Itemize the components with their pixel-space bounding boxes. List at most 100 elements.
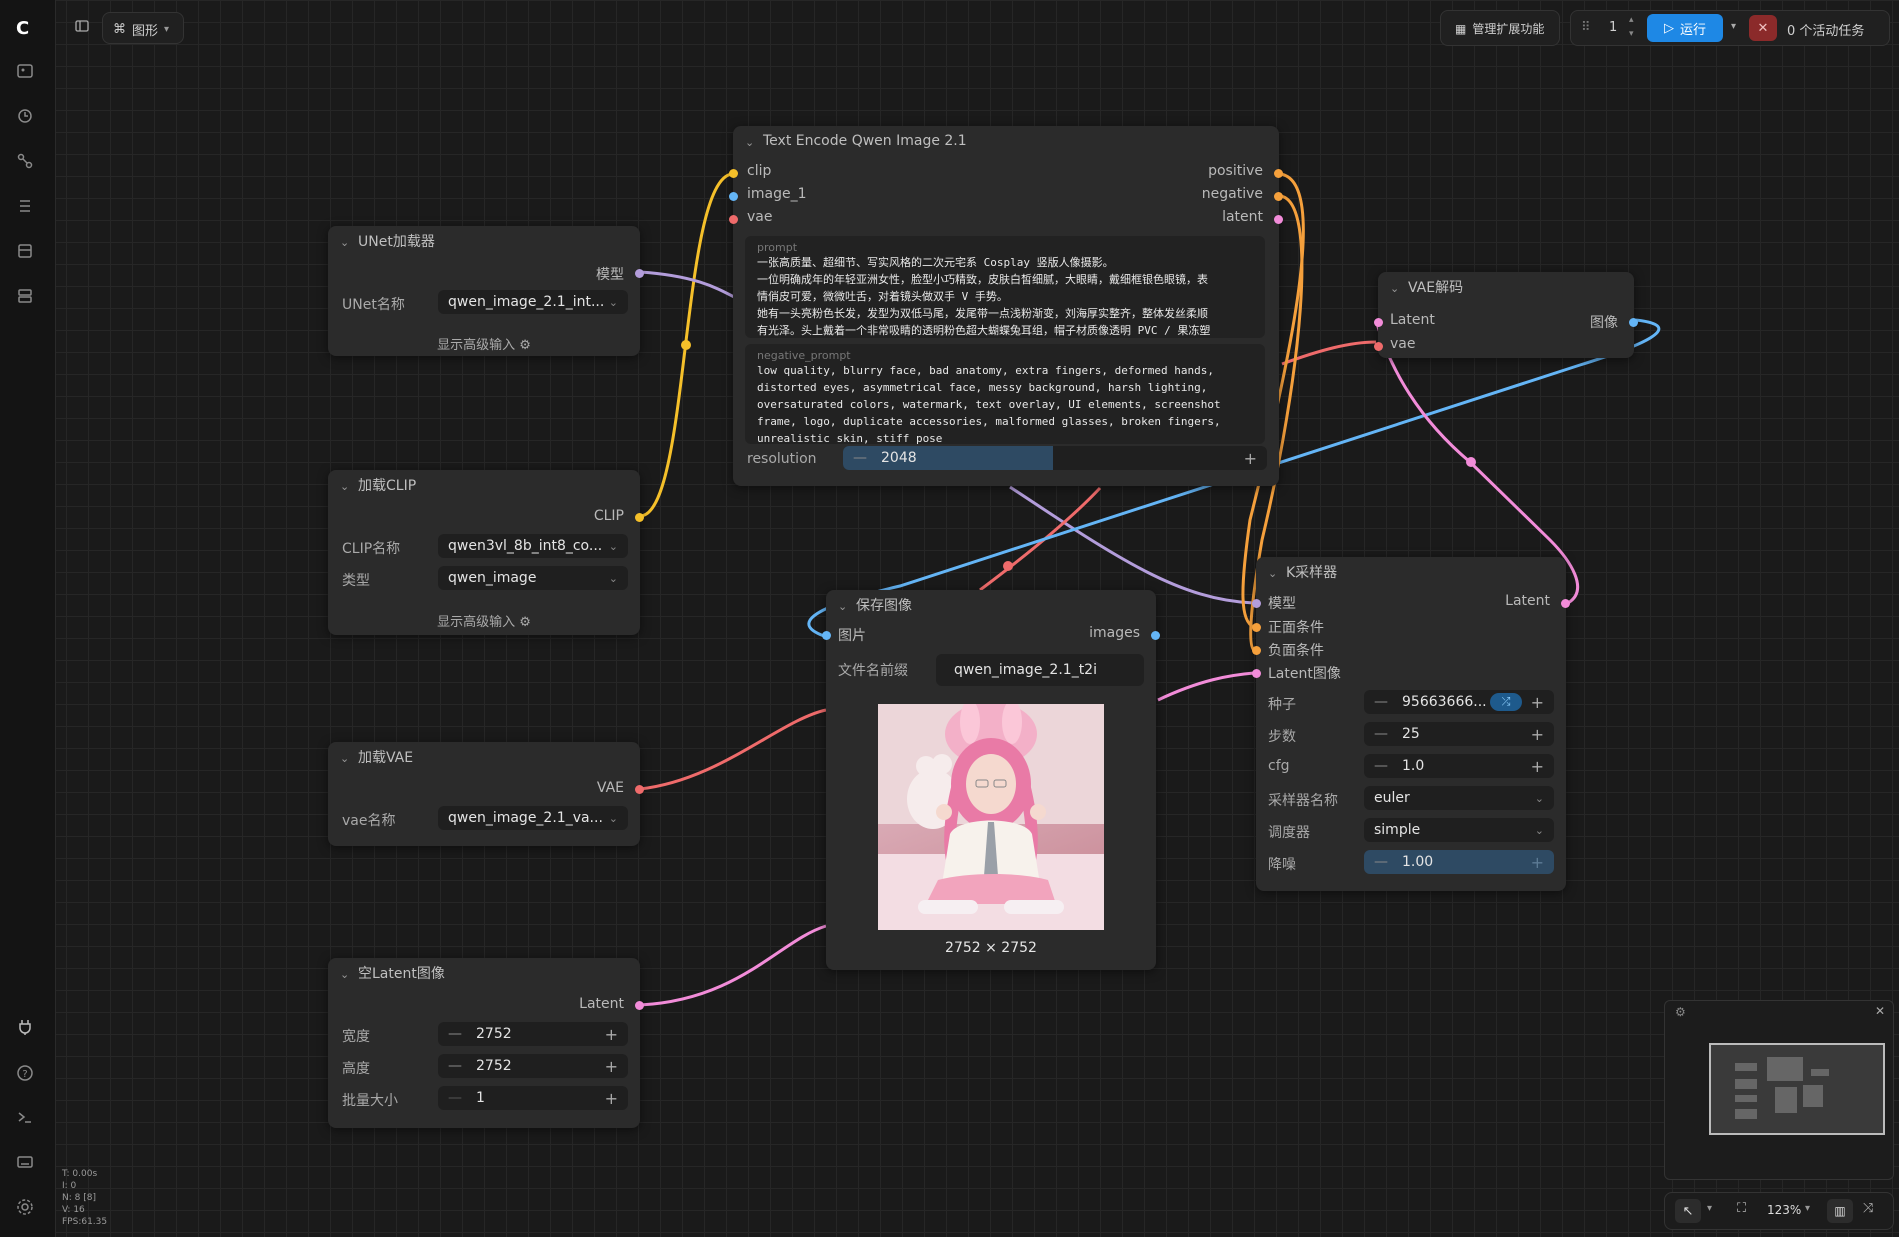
- ksampler-node[interactable]: ⌄ K采样器 模型 正面条件 负面条件 Latent图像 Latent 种子 — 9…: [1252, 557, 1570, 891]
- collapse-chevron-icon[interactable]: ⌄: [340, 480, 350, 493]
- fit-view-icon[interactable]: ⛶: [1737, 1201, 1746, 1216]
- output-slot-negative[interactable]: [1274, 192, 1283, 201]
- input-slot-latent[interactable]: [1374, 318, 1383, 327]
- scheduler-select[interactable]: simple ⌄: [1364, 818, 1554, 842]
- plugin-icon[interactable]: [16, 1018, 40, 1042]
- input-slot-vae[interactable]: [729, 215, 738, 224]
- show-advanced-inputs-button[interactable]: 显示高级输入 ⚙: [328, 611, 640, 630]
- increment-icon[interactable]: +: [1244, 449, 1257, 468]
- comfy-logo-icon[interactable]: C: [16, 18, 40, 42]
- input-slot-negative[interactable]: [1252, 646, 1261, 655]
- minimap-settings-icon[interactable]: ⚙: [1675, 1005, 1686, 1019]
- resolution-slider[interactable]: — 2048 +: [843, 446, 1267, 470]
- increment-icon[interactable]: +: [1531, 693, 1544, 712]
- minimap-panel[interactable]: ⚙ ✕: [1664, 1000, 1894, 1180]
- terminal-icon[interactable]: [16, 1108, 40, 1132]
- unet-name-select[interactable]: qwen_image_2.1_int... ⌄: [438, 290, 628, 314]
- zoom-level[interactable]: 123%: [1767, 1203, 1801, 1217]
- prompt-textarea[interactable]: prompt 一张高质量、超细节、写实风格的二次元宅系 Cosplay 竖版人像…: [745, 236, 1265, 338]
- output-slot-latent[interactable]: [1274, 215, 1283, 224]
- chevron-down-icon[interactable]: ▾: [1805, 1203, 1810, 1214]
- load-clip-node[interactable]: ⌄ 加载CLIP CLIP CLIP名称 qwen3vl_8b_int8_co..…: [328, 470, 644, 635]
- steps-input[interactable]: — 25 +: [1364, 722, 1554, 746]
- input-slot-clip[interactable]: [729, 169, 738, 178]
- save-image-node[interactable]: ⌄ 保存图像 图片 images 文件名前缀 qwen_image_2.1_t2i: [822, 590, 1160, 970]
- run-options-chevron-icon[interactable]: ▾: [1731, 21, 1736, 32]
- output-slot-latent[interactable]: [635, 1001, 644, 1010]
- chevron-down-icon[interactable]: ▾: [1707, 1203, 1712, 1214]
- run-count-stepper[interactable]: ▴ ▾: [1629, 13, 1634, 41]
- collapse-chevron-icon[interactable]: ⌄: [1268, 567, 1278, 580]
- models-icon[interactable]: [16, 197, 40, 221]
- negative-prompt-textarea[interactable]: negative_prompt low quality, blurry face…: [745, 344, 1265, 444]
- history-icon[interactable]: [16, 107, 40, 131]
- clip-type-select[interactable]: qwen_image ⌄: [438, 566, 628, 590]
- decrement-icon[interactable]: —: [1374, 854, 1388, 870]
- cfg-input[interactable]: — 1.0 +: [1364, 754, 1554, 778]
- minimap-toggle-icon[interactable]: ▥: [1827, 1199, 1853, 1223]
- collapse-chevron-icon[interactable]: ⌄: [1390, 282, 1400, 295]
- output-slot-vae[interactable]: [635, 785, 644, 794]
- decrement-icon[interactable]: —: [1374, 694, 1388, 710]
- height-input[interactable]: — 2752 +: [438, 1054, 628, 1078]
- minimap-viewport[interactable]: [1709, 1043, 1885, 1135]
- randomize-seed-icon[interactable]: ⤮: [1490, 693, 1522, 711]
- input-slot-model[interactable]: [1252, 599, 1261, 608]
- increment-icon[interactable]: +: [605, 1025, 618, 1044]
- panel-toggle-icon[interactable]: [74, 18, 90, 34]
- output-slot-model[interactable]: [635, 269, 644, 278]
- nodes-library-icon[interactable]: [16, 152, 40, 176]
- increment-icon[interactable]: +: [1531, 757, 1544, 776]
- input-slot-image[interactable]: [729, 192, 738, 201]
- text-encode-node[interactable]: ⌄ Text Encode Qwen Image 2.1 clip image_1…: [729, 126, 1283, 486]
- width-input[interactable]: — 2752 +: [438, 1022, 628, 1046]
- increment-icon[interactable]: +: [1531, 725, 1544, 744]
- decrement-icon[interactable]: —: [1374, 758, 1388, 774]
- collapse-chevron-icon[interactable]: ⌄: [838, 600, 848, 613]
- filename-prefix-input[interactable]: qwen_image_2.1_t2i: [936, 654, 1144, 686]
- keyboard-icon[interactable]: [16, 1153, 40, 1177]
- manage-extensions-button[interactable]: ▦ 管理扩展功能: [1440, 10, 1560, 46]
- close-icon[interactable]: ✕: [1875, 1004, 1885, 1018]
- input-slot-positive[interactable]: [1252, 623, 1261, 632]
- drag-handle-icon[interactable]: ⠿: [1581, 20, 1591, 35]
- generated-image-preview[interactable]: [878, 704, 1104, 930]
- increment-icon[interactable]: +: [1531, 853, 1544, 872]
- decrement-icon[interactable]: —: [1374, 726, 1388, 742]
- denoise-slider[interactable]: — 1.00 +: [1364, 850, 1554, 874]
- sampler-name-select[interactable]: euler ⌄: [1364, 786, 1554, 810]
- collapse-chevron-icon[interactable]: ⌄: [745, 136, 755, 149]
- output-slot-latent[interactable]: [1561, 599, 1570, 608]
- vae-decode-node[interactable]: ⌄ VAE解码 Latent vae 图像: [1374, 272, 1638, 358]
- clip-name-select[interactable]: qwen3vl_8b_int8_co... ⌄: [438, 534, 628, 558]
- graph-tab[interactable]: ⌘ 图形 ▾: [102, 12, 184, 44]
- run-button[interactable]: ▷ 运行: [1647, 14, 1723, 42]
- vae-name-select[interactable]: qwen_image_2.1_va... ⌄: [438, 806, 628, 830]
- help-icon[interactable]: ?: [16, 1064, 40, 1088]
- input-slot-latent-image[interactable]: [1252, 669, 1261, 678]
- run-count-input[interactable]: 1: [1609, 20, 1617, 35]
- images-icon[interactable]: [16, 62, 40, 86]
- collapse-chevron-icon[interactable]: ⌄: [340, 752, 350, 765]
- load-vae-node[interactable]: ⌄ 加载VAE VAE vae名称 qwen_image_2.1_va... ⌄: [328, 742, 644, 846]
- decrement-icon[interactable]: —: [853, 450, 867, 466]
- active-tasks-label[interactable]: 0 个活动任务: [1787, 20, 1864, 39]
- select-cursor-icon[interactable]: ↖: [1675, 1199, 1701, 1223]
- batch-size-input[interactable]: — 1 +: [438, 1086, 628, 1110]
- collapse-chevron-icon[interactable]: ⌄: [340, 236, 350, 249]
- cancel-run-button[interactable]: ✕: [1749, 15, 1777, 41]
- output-slot-images[interactable]: [1151, 631, 1160, 640]
- decrement-icon[interactable]: —: [448, 1058, 462, 1074]
- output-slot-clip[interactable]: [635, 513, 644, 522]
- seed-input[interactable]: — 95663666... ⤮ +: [1364, 690, 1554, 714]
- workflows-icon[interactable]: [16, 242, 40, 266]
- link-visibility-icon[interactable]: ⤨: [1863, 1201, 1873, 1216]
- input-slot-vae[interactable]: [1374, 342, 1383, 351]
- empty-latent-node[interactable]: ⌄ 空Latent图像 Latent 宽度 — 2752 + 高度 — 2752 + 批量…: [328, 958, 644, 1128]
- settings-gear-icon[interactable]: [16, 1198, 40, 1222]
- decrement-icon[interactable]: —: [448, 1026, 462, 1042]
- input-slot-images[interactable]: [822, 631, 831, 640]
- collapse-chevron-icon[interactable]: ⌄: [340, 968, 350, 981]
- decrement-icon[interactable]: —: [448, 1090, 462, 1106]
- templates-icon[interactable]: [16, 287, 40, 311]
